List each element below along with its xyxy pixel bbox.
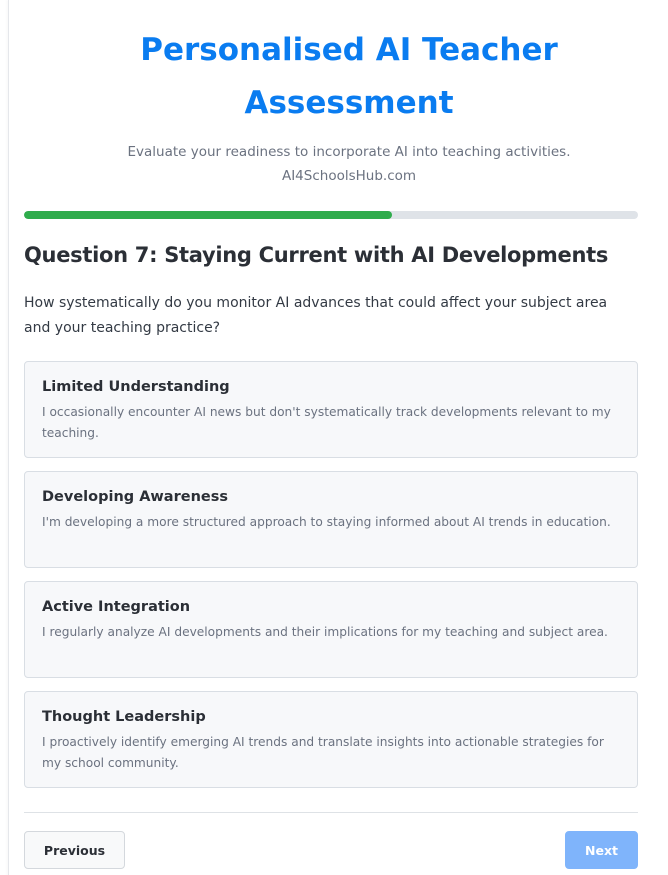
option-title: Limited Understanding — [42, 379, 230, 395]
footer-divider — [24, 812, 638, 813]
option-description: I'm developing a more structured approac… — [42, 515, 611, 529]
option-description: I occasionally encounter AI news but don… — [42, 405, 611, 440]
answer-options: Limited Understanding I occasionally enc… — [24, 361, 638, 801]
option-title: Active Integration — [42, 599, 191, 615]
option-active-integration[interactable]: Active Integration I regularly analyze A… — [24, 581, 638, 678]
option-description: I regularly analyze AI developments and … — [42, 625, 608, 639]
option-limited-understanding[interactable]: Limited Understanding I occasionally enc… — [24, 361, 638, 458]
page-title: Personalised AI Teacher Assessment — [9, 24, 668, 130]
option-description: I proactively identify emerging AI trend… — [42, 735, 604, 770]
subtitle-site: AI4SchoolsHub.com — [281, 168, 417, 184]
option-title: Developing Awareness — [42, 489, 228, 505]
option-thought-leadership[interactable]: Thought Leadership I proactively identif… — [24, 691, 638, 788]
question-title: Question 7: Staying Current with AI Deve… — [24, 243, 609, 267]
option-title: Thought Leadership — [42, 709, 206, 725]
app-frame: Personalised AI Teacher Assessment Evalu… — [0, 0, 668, 875]
next-button[interactable]: Next — [565, 831, 638, 869]
question-text: How systematically do you monitor AI adv… — [24, 295, 608, 336]
subtitle-description: Evaluate your readiness to incorporate A… — [127, 144, 571, 160]
option-developing-awareness[interactable]: Developing Awareness I'm developing a mo… — [24, 471, 638, 568]
page-subtitle: Evaluate your readiness to incorporate A… — [9, 140, 668, 188]
page-title-line-2: Assessment — [244, 85, 454, 121]
progress-bar — [24, 211, 638, 219]
page-title-line-1: Personalised AI Teacher — [140, 32, 558, 68]
previous-button[interactable]: Previous — [24, 831, 125, 869]
progress-bar-fill — [24, 211, 393, 219]
